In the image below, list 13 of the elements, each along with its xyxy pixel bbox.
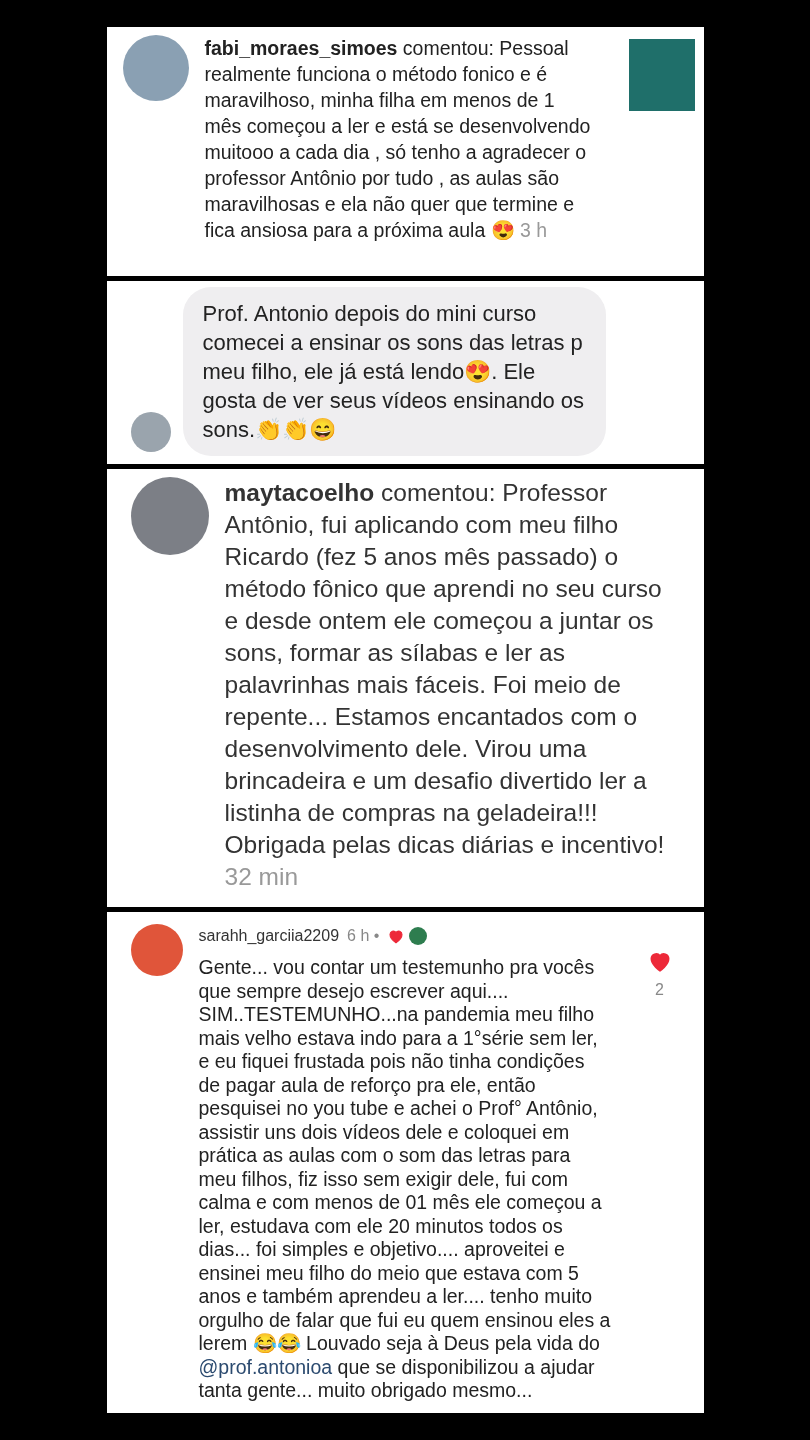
comment-time: 6 h • bbox=[347, 926, 380, 946]
video-thumbnail bbox=[628, 39, 695, 111]
comment-text: maytacoelho comentou: Professor Antônio, fui aplicando com meu filho Ricardo (fez 5 anos mês passado) o método fônico que aprendi no seu curso e desde ontem ele começou a juntar os sons, formar as sílabas e ler as palavrinhas mais fáceis. Foi meio de repente... Estamos encantados com o desenvolvimento dele. Virou uma brincadeira e um desafio divertido ler a listinha de compras na geladeira!!! Obrigada pelas dicas diárias e incentivo! bbox=[224, 478, 666, 860]
message-text: Prof. Antonio depois do mini curso comecei a ensinar os sons das letras p meu filho, ele já está lendo😍. Ele gosta de ver seus vídeos ensinando os sons.👏👏😄 bbox=[202, 300, 586, 444]
comment-text: Gente... vou contar um testemunho pra vocês que sempre desejo escrever aqui.... SIM..TESTEMUNHO...na pandemia meu filho mais velho estava indo para a 1°série sem ler, e eu fiquei frustada pois não tinha condições de pagar aula de reforço pra ele, então pesquisei no you tube e achei o Prof° Antônio, assistir uns dois vídeos dele e coloquei em prática as aulas com o som das letras para meu filhos, fiz isso sem exigir dele, fui com calma e com menos de 01 mês ele começou a ler, estudava com ele 20 minutos todos os dias... foi simples e objetivo.... aproveitei e ensinei meu filho do meio que estava com 5 anos e também aprendeu a ler.... tenho muito orgulho de falar que fui eu quem ensinou eles a lerem 😂😂 Louvado seja à Deus pela vida do @prof.antonioa que se disponibilizou a ajudar tanta gente... muito obrigado mesmo... bbox=[198, 956, 611, 1403]
avatar-photo bbox=[130, 412, 171, 452]
username[interactable]: sarahh_garciia2209 bbox=[198, 924, 340, 948]
comment-text: fabi_moraes_simoes comentou: Pessoal realmente funciona o método fonico e é maravilhoso, minha filha em menos de 1 mês começou a ler e está se desenvolvendo muitooo a cada dia , só tenho a agradecer o professor Antônio por tudo , as aulas são maravilhosas e ela não quer que termine e fica ansiosa para a próxima aula 😍 3 h bbox=[204, 36, 592, 243]
avatar-photo bbox=[409, 927, 428, 945]
mention-link[interactable]: @prof.antonioa bbox=[198, 1355, 333, 1378]
like-count: 2 bbox=[655, 980, 664, 1000]
comment-time: 32 min bbox=[224, 862, 299, 892]
avatar-photo bbox=[130, 924, 183, 976]
